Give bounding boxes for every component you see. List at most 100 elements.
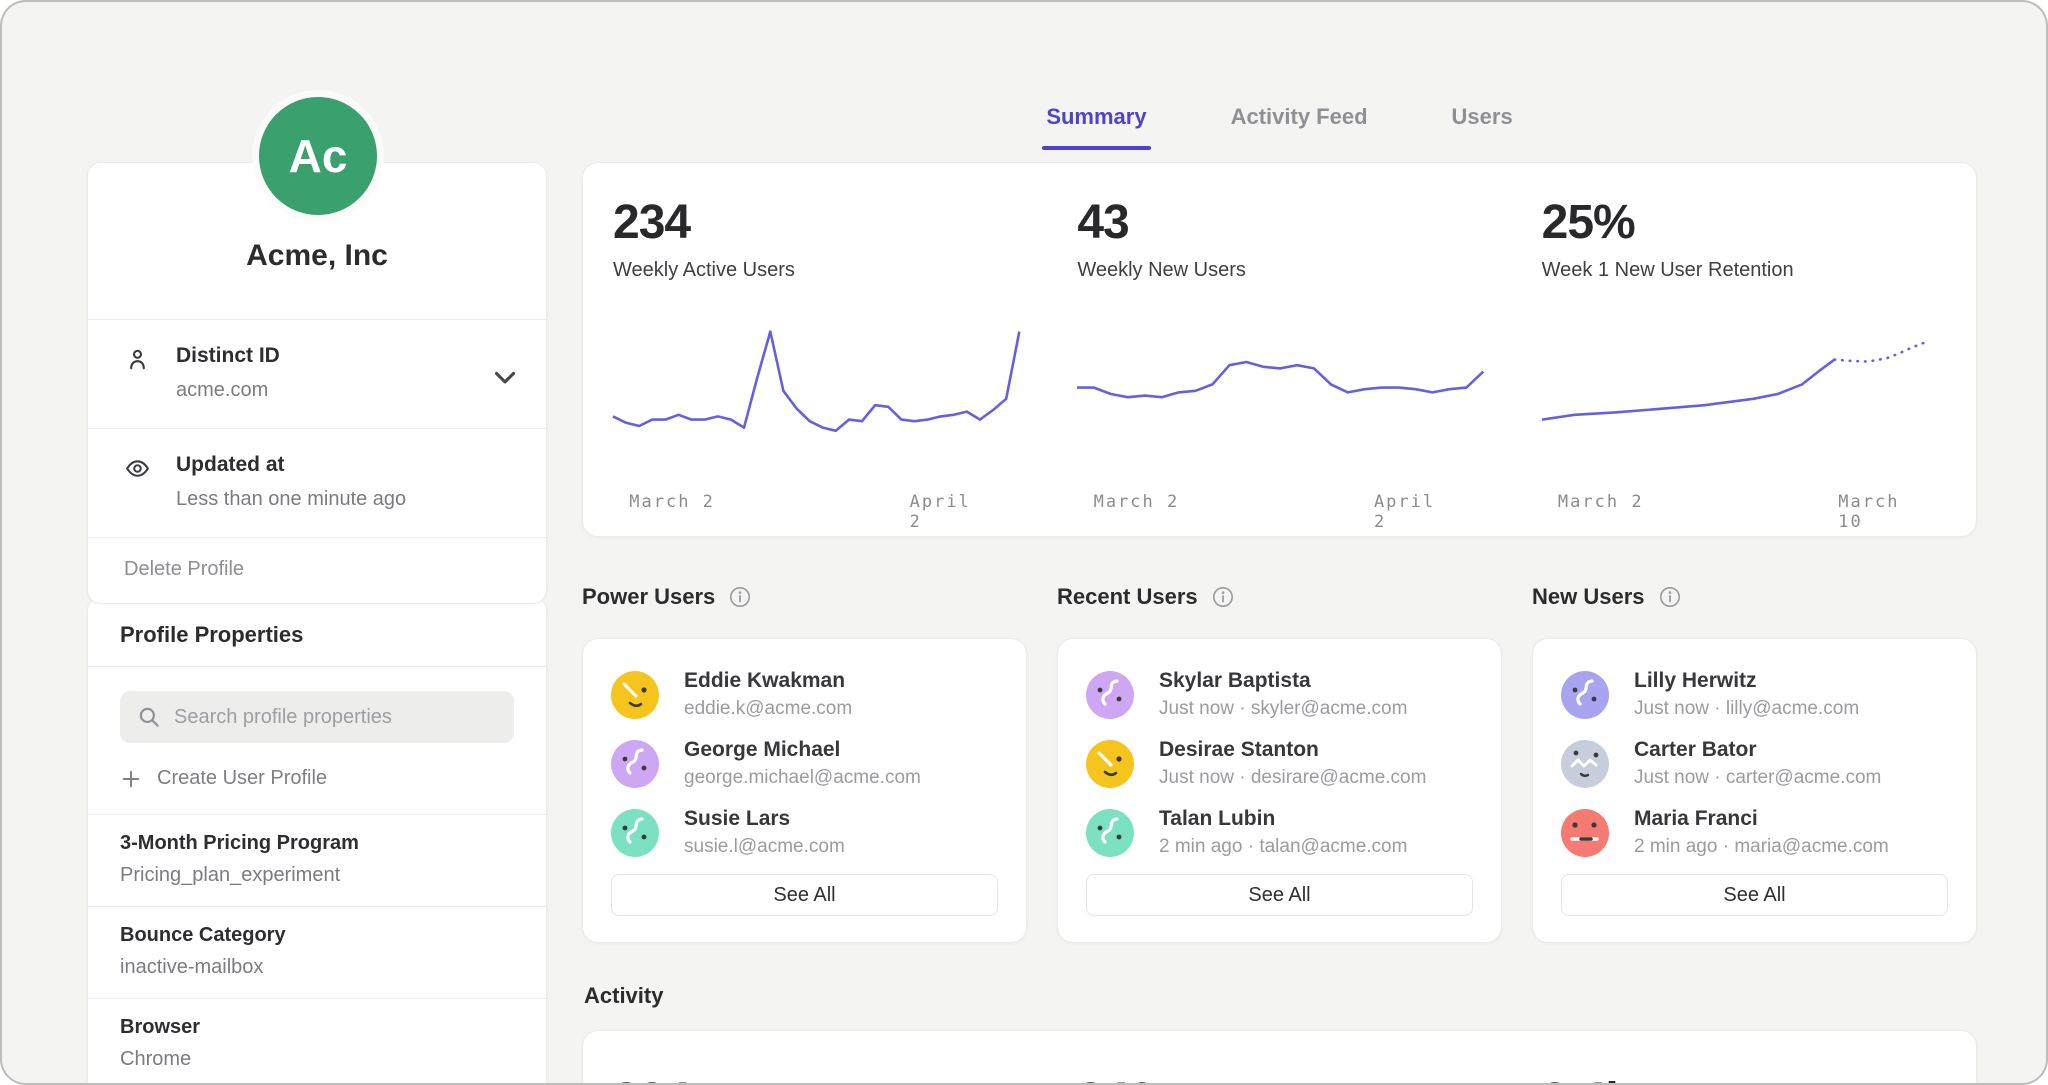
profile-properties-title: Profile Properties [88, 598, 546, 667]
company-avatar-initials: Ac [289, 129, 348, 183]
chevron-down-icon[interactable] [488, 360, 522, 394]
field-value: acme.com [176, 379, 476, 402]
activity-stat: 234 [583, 1031, 1047, 1085]
weekly-new-users-sparkline [1077, 314, 1483, 474]
user-detail: 2 min ago · maria@acme.com [1634, 836, 1889, 858]
user-detail: Just now · skyler@acme.com [1159, 698, 1407, 720]
property-name: 3-Month Pricing Program [120, 832, 514, 855]
tab-activity-feed[interactable]: Activity Feed [1227, 102, 1372, 150]
user-list-item[interactable]: Maria Franci 2 min ago · maria@acme.com [1561, 807, 1948, 858]
user-avatar [1086, 809, 1134, 857]
new-users-card: Lilly Herwitz Just now · lilly@acme.com … [1532, 638, 1977, 943]
user-avatar [611, 671, 659, 719]
company-avatar: Ac [252, 90, 384, 222]
user-name: Eddie Kwakman [684, 669, 852, 693]
user-avatar [1086, 671, 1134, 719]
user-list-item[interactable]: Susie Lars susie.l@acme.com [611, 807, 998, 858]
user-list-item[interactable]: Talan Lubin 2 min ago · talan@acme.com [1086, 807, 1473, 858]
user-list-item[interactable]: George Michael george.michael@acme.com [611, 738, 998, 789]
property-row[interactable]: 3-Month Pricing Program Pricing_plan_exp… [88, 815, 546, 907]
section-title: New Users [1532, 584, 1645, 610]
user-avatar [1086, 740, 1134, 788]
user-list-item[interactable]: Lilly Herwitz Just now · lilly@acme.com [1561, 669, 1948, 720]
tab-users[interactable]: Users [1448, 102, 1517, 150]
stat-value: 234 [613, 195, 1019, 250]
section-title: Power Users [582, 584, 715, 610]
section-header: Power Users [582, 584, 1027, 610]
user-name: George Michael [684, 738, 921, 762]
delete-profile-button[interactable]: Delete Profile [88, 538, 546, 603]
property-value: Pricing_plan_experiment [120, 864, 514, 887]
user-name: Susie Lars [684, 807, 845, 831]
stat-weekly-new-users: 43 Weekly New Users March 2 April 2 [1047, 163, 1511, 536]
user-name: Desirae Stanton [1159, 738, 1426, 762]
power-users-section: Power Users Eddie Kwakman eddie.k@acme.c… [582, 584, 1027, 943]
user-list-item[interactable]: Eddie Kwakman eddie.k@acme.com [611, 669, 998, 720]
x-axis-label-start: March 2 [1094, 492, 1180, 512]
info-icon[interactable] [728, 585, 752, 609]
stat-label: Weekly Active Users [613, 259, 1019, 282]
field-value: Less than one minute ago [176, 488, 476, 511]
stat-label: Week 1 New User Retention [1542, 259, 1948, 282]
profile-properties-card: Profile Properties Create User Profile [87, 597, 547, 1085]
user-detail: eddie.k@acme.com [684, 698, 852, 720]
user-name: Maria Franci [1634, 807, 1889, 831]
weekly-active-users-sparkline [613, 314, 1019, 474]
user-detail: 2 min ago · talan@acme.com [1159, 836, 1407, 858]
property-name: Bounce Category [120, 924, 514, 947]
property-value: inactive-mailbox [120, 956, 514, 979]
x-axis-label-end: April 2 [910, 492, 983, 532]
create-user-profile-label: Create User Profile [157, 767, 327, 790]
user-avatar [1561, 740, 1609, 788]
info-icon[interactable] [1211, 585, 1235, 609]
user-detail: Just now · carter@acme.com [1634, 767, 1881, 789]
recent-users-section: Recent Users Skylar Baptista Just now · … [1057, 584, 1502, 943]
search-input[interactable] [120, 691, 514, 743]
profile-card: Acme, Inc Distinct ID acme.com [87, 162, 547, 604]
user-detail: Just now · lilly@acme.com [1634, 698, 1859, 720]
user-name: Talan Lubin [1159, 807, 1407, 831]
user-detail: george.michael@acme.com [684, 767, 921, 789]
user-detail: susie.l@acme.com [684, 836, 845, 858]
activity-stat-value: 234 [613, 1073, 1019, 1085]
x-axis-label-end: March 10 [1838, 492, 1911, 532]
user-detail: Just now · desirare@acme.com [1159, 767, 1426, 789]
user-avatar [611, 809, 659, 857]
x-axis: March 2 April 2 [1077, 492, 1483, 516]
eye-icon [124, 455, 151, 482]
x-axis-label-start: March 2 [629, 492, 715, 512]
tab-bar: Summary Activity Feed Users [582, 102, 1977, 150]
user-avatar [1561, 671, 1609, 719]
property-name: Browser [120, 1016, 514, 1039]
summary-stats-card: 234 Weekly Active Users March 2 April 2 … [582, 162, 1977, 537]
user-name: Lilly Herwitz [1634, 669, 1859, 693]
field-label: Updated at [176, 453, 476, 477]
info-icon[interactable] [1658, 585, 1682, 609]
property-row[interactable]: Bounce Category inactive-mailbox [88, 907, 546, 999]
tab-summary[interactable]: Summary [1042, 102, 1150, 150]
user-name: Carter Bator [1634, 738, 1881, 762]
x-axis-label-end: April 2 [1374, 492, 1447, 532]
property-row[interactable]: Browser Chrome [88, 999, 546, 1085]
retention-sparkline [1542, 314, 1948, 474]
section-header: Recent Users [1057, 584, 1502, 610]
activity-title: Activity [584, 983, 663, 1009]
user-list-item[interactable]: Desirae Stanton Just now · desirare@acme… [1086, 738, 1473, 789]
activity-stat: 3.4k [1512, 1031, 1976, 1085]
activity-stat-value: 3.4k [1542, 1073, 1948, 1085]
property-value: Chrome [120, 1048, 514, 1071]
app-window: Ac Acme, Inc Distinct ID acme.com [0, 0, 2048, 1085]
create-user-profile-button[interactable]: Create User Profile [120, 767, 327, 790]
user-list-item[interactable]: Carter Bator Just now · carter@acme.com [1561, 738, 1948, 789]
activity-card: 234 240 3.4k [582, 1030, 1977, 1085]
plus-icon [120, 768, 142, 790]
see-all-button[interactable]: See All [1561, 874, 1948, 916]
person-icon [124, 346, 151, 373]
user-list-item[interactable]: Skylar Baptista Just now · skyler@acme.c… [1086, 669, 1473, 720]
see-all-button[interactable]: See All [611, 874, 998, 916]
search-icon [136, 704, 162, 730]
field-row-distinct-id: Distinct ID acme.com [88, 320, 546, 429]
new-users-section: New Users Lilly Herwitz Just now · lilly… [1532, 584, 1977, 943]
section-title: Recent Users [1057, 584, 1198, 610]
see-all-button[interactable]: See All [1086, 874, 1473, 916]
